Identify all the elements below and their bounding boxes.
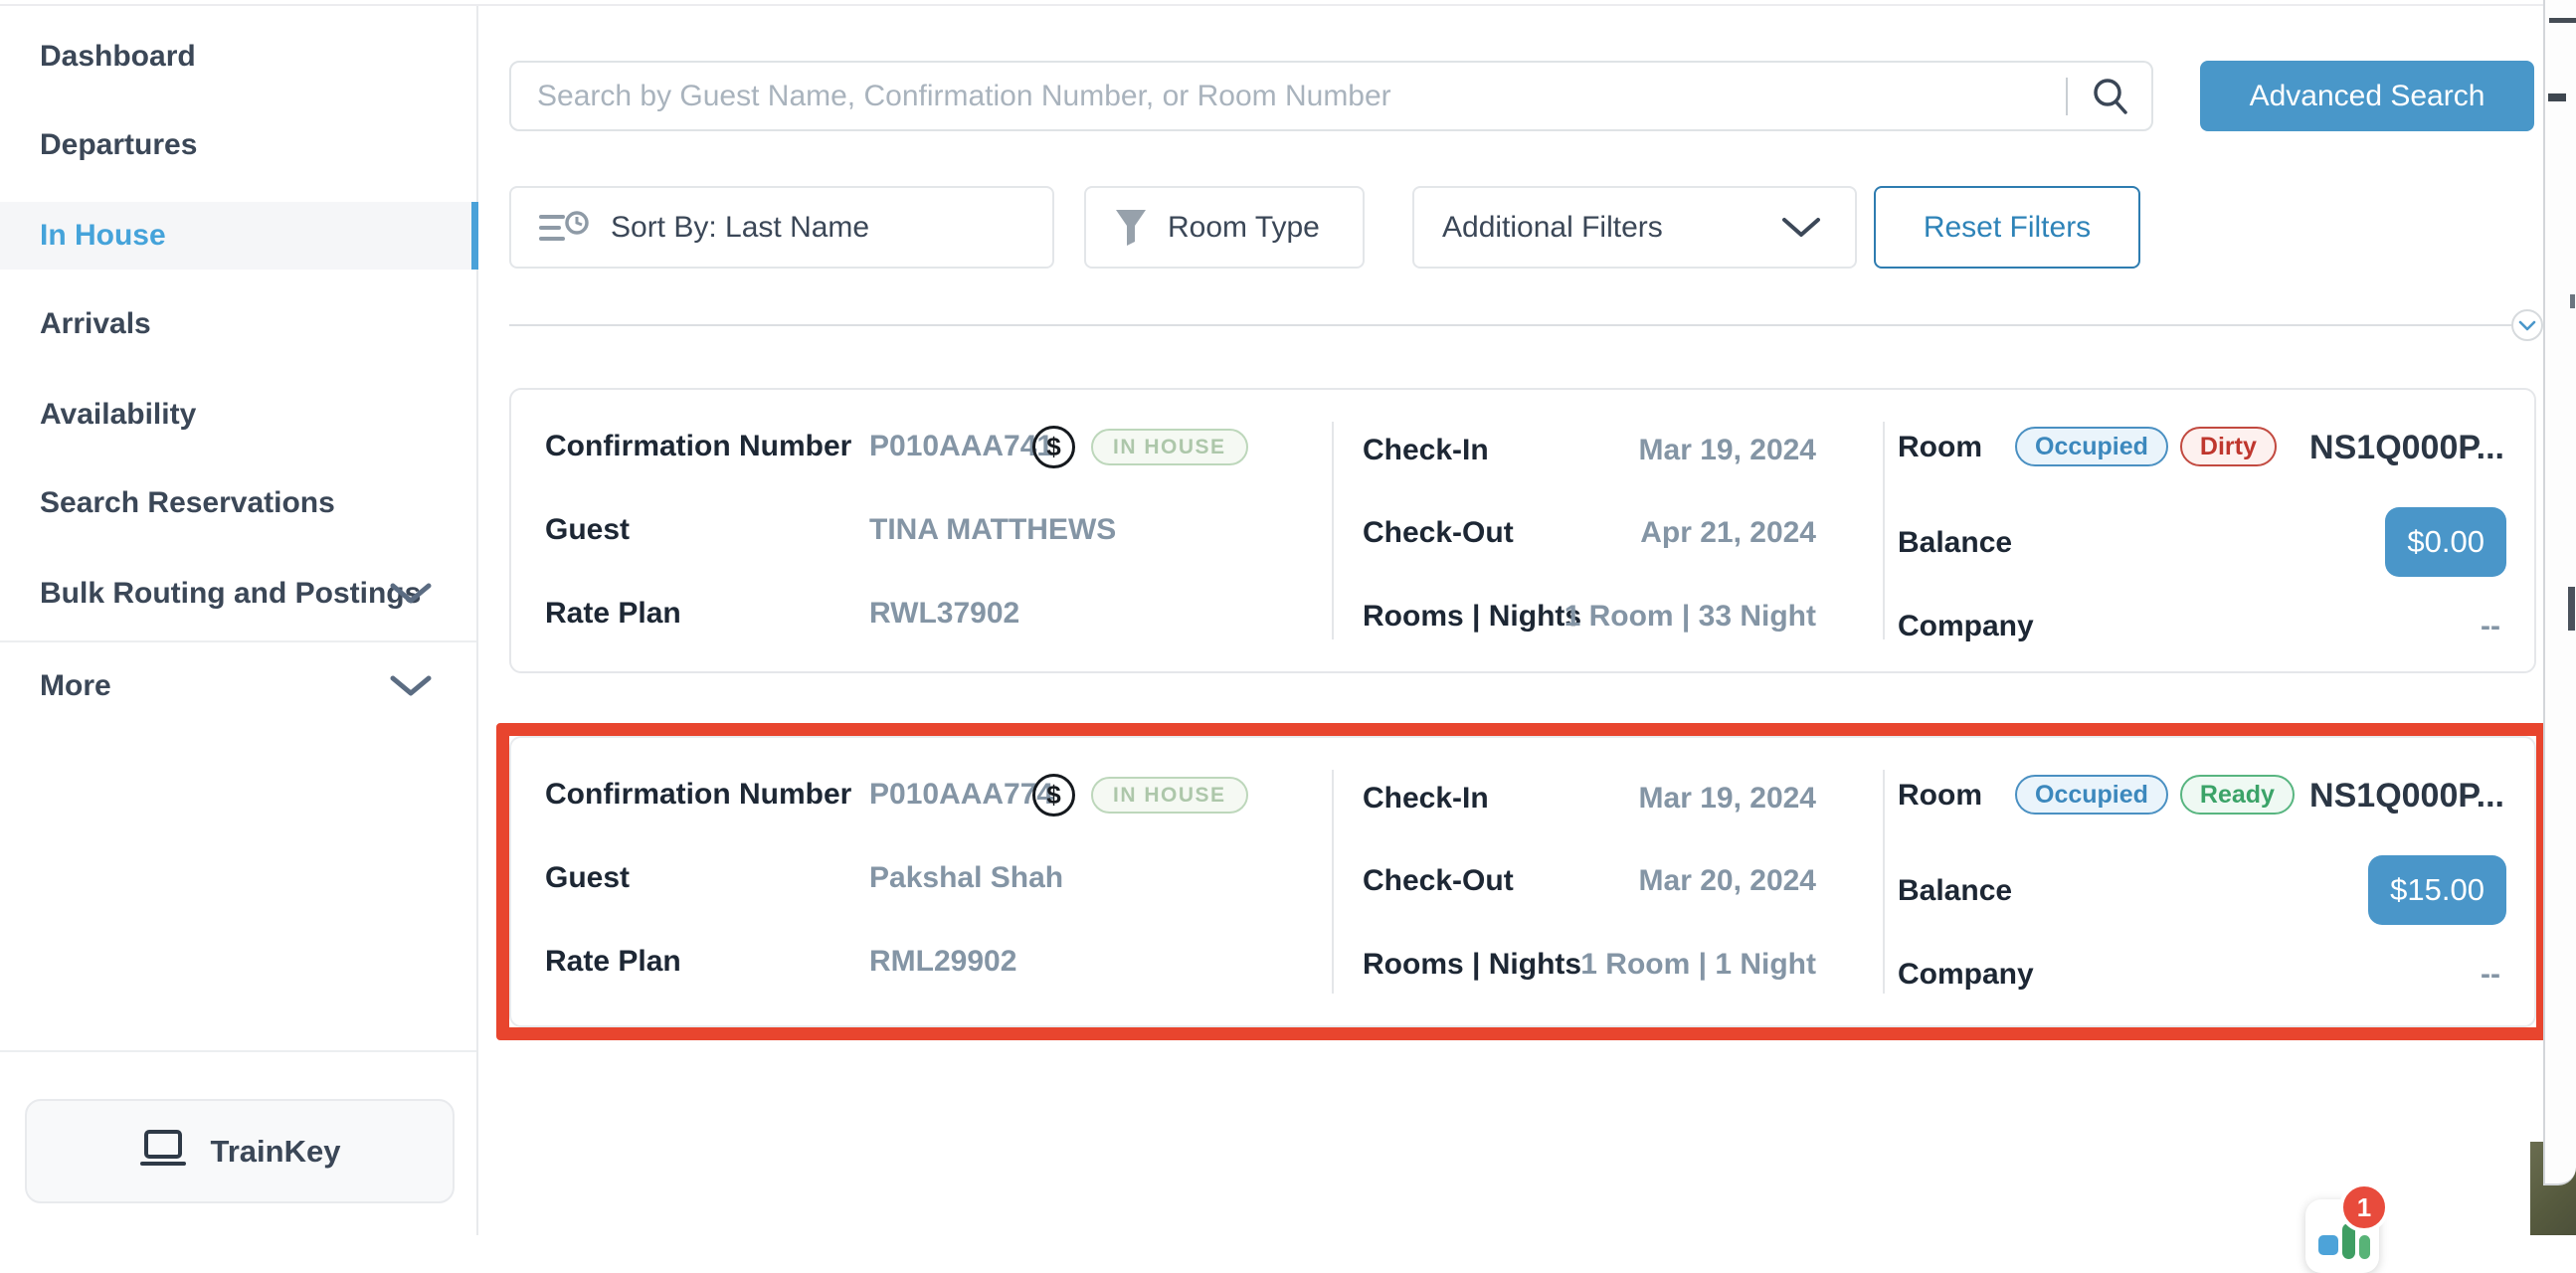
rooms-nights-value: 1 Room | 1 Night bbox=[1580, 948, 1816, 982]
confirmation-label: Confirmation Number bbox=[545, 430, 851, 463]
guest-value: Pakshal Shah bbox=[869, 861, 1063, 895]
card-divider bbox=[1332, 422, 1334, 639]
edge-fragment bbox=[2570, 294, 2575, 308]
confirmation-value: P010AAA774 bbox=[869, 778, 1053, 812]
trainkey-label: TrainKey bbox=[211, 1134, 341, 1170]
notification-badge[interactable]: 1 bbox=[2339, 1182, 2389, 1232]
check-in-label: Check-In bbox=[1363, 782, 1489, 816]
sidebar-item-departures[interactable]: Departures bbox=[0, 110, 478, 180]
chevron-down-icon bbox=[390, 675, 432, 697]
sidebar: Dashboard Departures In House Arrivals A… bbox=[0, 6, 478, 1235]
balance-label: Balance bbox=[1898, 526, 2012, 560]
dollar-icon[interactable]: $ bbox=[1032, 774, 1075, 817]
sidebar-item-search-reservations[interactable]: Search Reservations bbox=[0, 468, 478, 538]
active-indicator bbox=[471, 202, 478, 270]
check-out-value: Apr 21, 2024 bbox=[1640, 516, 1816, 550]
rooms-nights-value: 1 Room | 33 Night bbox=[1564, 600, 1816, 634]
search-icon[interactable] bbox=[2090, 76, 2131, 117]
company-label: Company bbox=[1898, 610, 2034, 643]
check-in-value: Mar 19, 2024 bbox=[1639, 782, 1816, 816]
sidebar-item-label: Arrivals bbox=[40, 307, 151, 341]
room-type-filter-button[interactable]: Room Type bbox=[1084, 186, 1365, 269]
funnel-icon bbox=[1114, 208, 1148, 248]
check-in-value: Mar 19, 2024 bbox=[1639, 434, 1816, 467]
guest-label: Guest bbox=[545, 513, 630, 547]
collapse-toggle-button[interactable] bbox=[2511, 309, 2543, 341]
app-window: Dashboard Departures In House Arrivals A… bbox=[0, 0, 2576, 1235]
laptop-icon bbox=[139, 1129, 187, 1174]
occupancy-status-pill: Occupied bbox=[2015, 427, 2168, 466]
edge-fragment bbox=[2568, 587, 2575, 631]
status-badge: IN HOUSE bbox=[1091, 777, 1248, 814]
chevron-down-icon bbox=[2518, 320, 2536, 331]
additional-filters-dropdown[interactable]: Additional Filters bbox=[1412, 186, 1857, 269]
rate-plan-value: RWL37902 bbox=[869, 597, 1019, 631]
check-out-label: Check-Out bbox=[1363, 864, 1514, 898]
advanced-search-button[interactable]: Advanced Search bbox=[2200, 61, 2534, 131]
search-bar bbox=[509, 61, 2153, 131]
occupancy-status-pill: Occupied bbox=[2015, 775, 2168, 815]
edge-fragment bbox=[2548, 93, 2566, 101]
company-label: Company bbox=[1898, 958, 2034, 992]
sort-icon bbox=[539, 209, 591, 247]
room-number: NS1Q000P... bbox=[2309, 775, 2504, 817]
section-divider bbox=[509, 324, 2511, 326]
edge-fragment bbox=[2549, 18, 2576, 23]
chevron-down-icon bbox=[1781, 217, 1821, 239]
card-divider bbox=[1883, 422, 1885, 639]
sidebar-divider bbox=[0, 1050, 476, 1052]
trainkey-button[interactable]: TrainKey bbox=[25, 1099, 455, 1203]
sidebar-item-label: In House bbox=[40, 219, 166, 253]
additional-filters-label: Additional Filters bbox=[1442, 211, 1663, 245]
company-value: -- bbox=[2481, 954, 2500, 996]
sidebar-divider bbox=[0, 640, 476, 642]
reservation-card[interactable]: Confirmation Number P010AAA774 $ IN HOUS… bbox=[509, 736, 2536, 1027]
chevron-down-icon bbox=[390, 583, 432, 605]
sidebar-item-label: Bulk Routing and Postings bbox=[40, 577, 421, 611]
search-input[interactable] bbox=[535, 79, 2056, 114]
guest-label: Guest bbox=[545, 861, 630, 895]
sidebar-item-availability[interactable]: Availability bbox=[0, 380, 478, 450]
sidebar-item-label: Departures bbox=[40, 128, 197, 162]
balance-label: Balance bbox=[1898, 874, 2012, 908]
sidebar-item-label: Availability bbox=[40, 398, 196, 432]
reset-filters-button[interactable]: Reset Filters bbox=[1874, 186, 2140, 269]
card-divider bbox=[1883, 770, 1885, 994]
check-out-value: Mar 20, 2024 bbox=[1639, 864, 1816, 898]
sidebar-item-label: Search Reservations bbox=[40, 486, 335, 520]
sidebar-item-label: Dashboard bbox=[40, 40, 196, 74]
reset-filters-label: Reset Filters bbox=[1924, 211, 2091, 245]
room-label: Room bbox=[1898, 779, 1982, 813]
card-divider bbox=[1332, 770, 1334, 994]
sort-by-button[interactable]: Sort By: Last Name bbox=[509, 186, 1054, 269]
housekeeping-status-pill: Dirty bbox=[2180, 427, 2277, 466]
rate-plan-label: Rate Plan bbox=[545, 945, 681, 979]
confirmation-label: Confirmation Number bbox=[545, 778, 851, 812]
rate-plan-value: RML29902 bbox=[869, 945, 1016, 979]
guest-value: TINA MATTHEWS bbox=[869, 513, 1116, 547]
sidebar-item-dashboard[interactable]: Dashboard bbox=[0, 22, 478, 91]
confirmation-value: P010AAA741 bbox=[869, 430, 1053, 463]
sidebar-item-in-house[interactable]: In House bbox=[0, 202, 478, 270]
sidebar-item-label: More bbox=[40, 669, 111, 703]
search-divider bbox=[2066, 78, 2068, 115]
dollar-icon[interactable]: $ bbox=[1032, 426, 1075, 468]
status-badge: IN HOUSE bbox=[1091, 429, 1248, 465]
balance-button[interactable]: $0.00 bbox=[2385, 507, 2506, 577]
check-out-label: Check-Out bbox=[1363, 516, 1514, 550]
room-label: Room bbox=[1898, 431, 1982, 464]
room-number: NS1Q000P... bbox=[2309, 427, 2504, 468]
housekeeping-status-pill: Ready bbox=[2180, 775, 2295, 815]
sort-by-label: Sort By: Last Name bbox=[611, 211, 869, 245]
sidebar-item-more[interactable]: More bbox=[0, 651, 478, 721]
rate-plan-label: Rate Plan bbox=[545, 597, 681, 631]
company-value: -- bbox=[2481, 606, 2500, 647]
balance-button[interactable]: $15.00 bbox=[2368, 855, 2506, 925]
sidebar-item-bulk-routing[interactable]: Bulk Routing and Postings bbox=[0, 559, 478, 629]
room-type-label: Room Type bbox=[1168, 211, 1320, 245]
sidebar-item-arrivals[interactable]: Arrivals bbox=[0, 289, 478, 359]
check-in-label: Check-In bbox=[1363, 434, 1489, 467]
reservation-card[interactable]: Confirmation Number P010AAA741 $ IN HOUS… bbox=[509, 388, 2536, 673]
